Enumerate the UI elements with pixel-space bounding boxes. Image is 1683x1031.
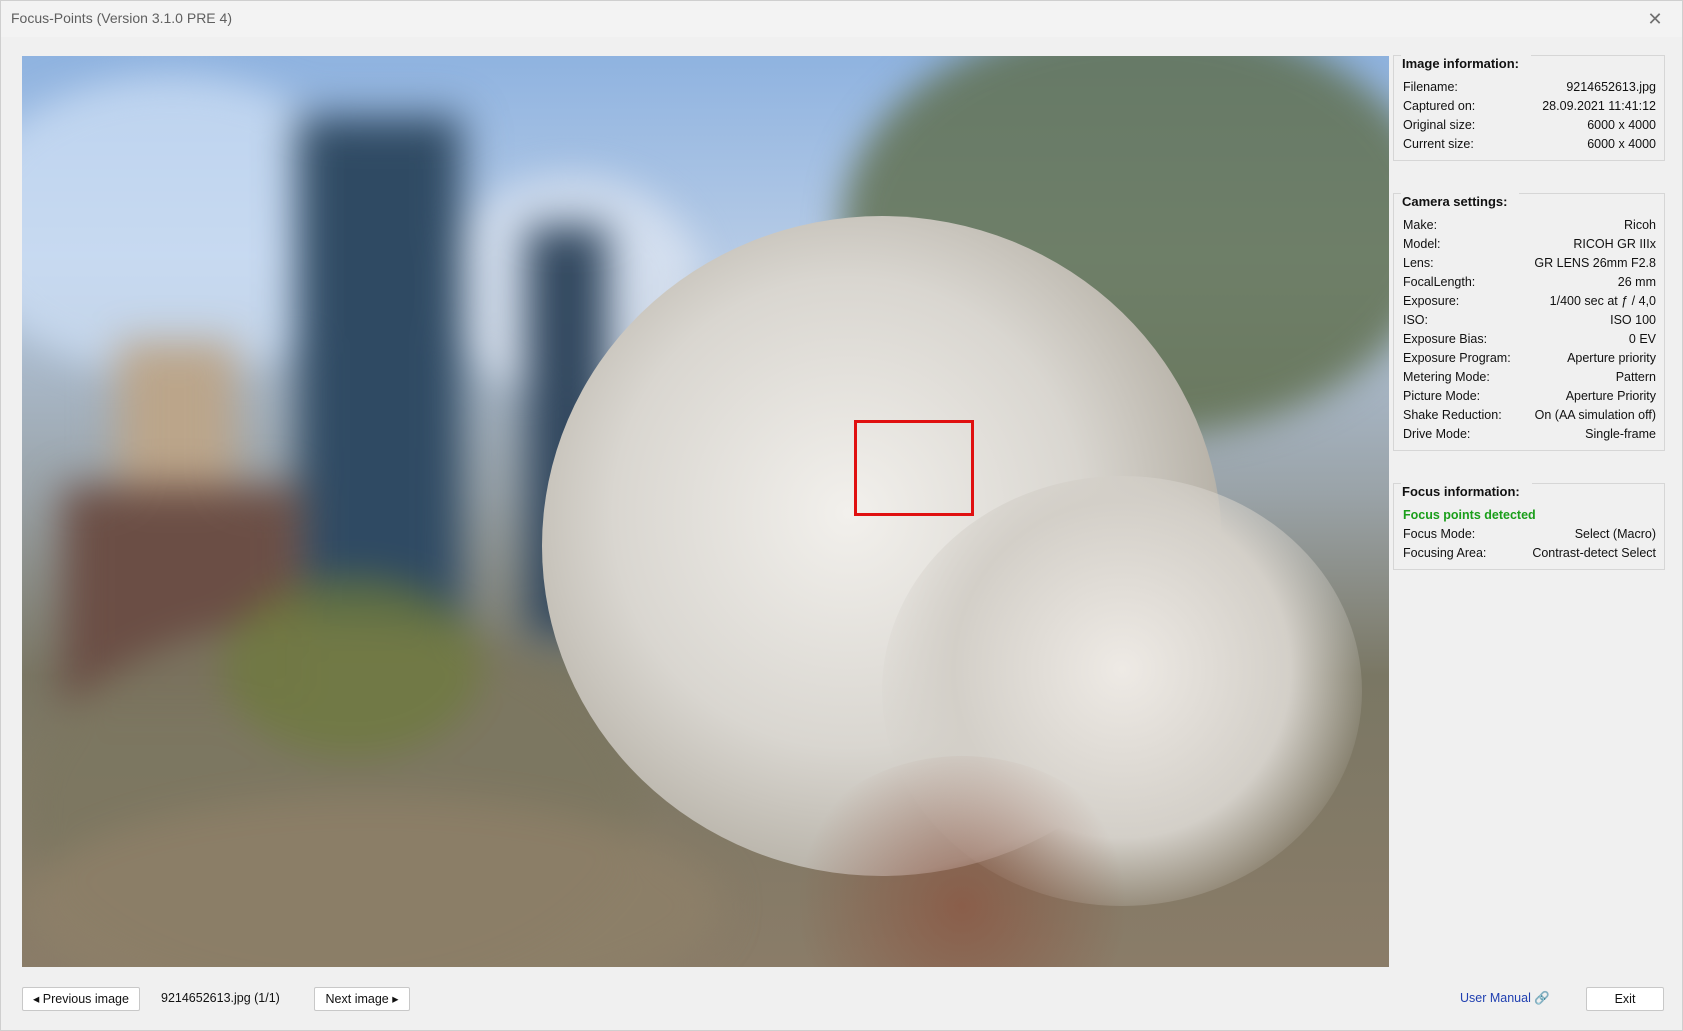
info-row: Metering Mode: Pattern xyxy=(1403,368,1656,387)
info-row: Exposure Program: Aperture priority xyxy=(1403,349,1656,368)
info-label: Drive Mode: xyxy=(1403,427,1471,441)
info-label: Focus Mode: xyxy=(1403,527,1476,541)
info-label: Current size: xyxy=(1403,137,1474,151)
window-title: Focus-Points (Version 3.1.0 PRE 4) xyxy=(11,10,232,26)
info-row: Exposure: 1/400 sec at ƒ / 4,0 xyxy=(1403,292,1656,311)
user-manual-link[interactable]: User Manual 🔗 xyxy=(1460,991,1550,1006)
focus-points-window: Focus-Points (Version 3.1.0 PRE 4) ✕ Ima… xyxy=(0,0,1683,1031)
info-row: Exposure Bias: 0 EV xyxy=(1403,330,1656,349)
info-row: Filename: 9214652613.jpg xyxy=(1403,78,1656,97)
info-value: 6000 x 4000 xyxy=(1587,118,1656,132)
info-row: Model: RICOH GR IIIx xyxy=(1403,235,1656,254)
info-value: GR LENS 26mm F2.8 xyxy=(1534,256,1656,270)
previous-image-button[interactable]: ◂ Previous image xyxy=(22,987,140,1011)
camera-settings-heading: Camera settings: xyxy=(1401,193,1520,211)
title-bar[interactable]: Focus-Points (Version 3.1.0 PRE 4) ✕ xyxy=(1,1,1682,37)
info-label: FocalLength: xyxy=(1403,275,1476,289)
info-value: 28.09.2021 11:41:12 xyxy=(1542,99,1656,113)
info-row: Focusing Area: Contrast-detect Select xyxy=(1403,544,1656,563)
file-counter: 9214652613.jpg (1/1) xyxy=(161,991,280,1005)
info-value: Ricoh xyxy=(1624,218,1656,232)
info-value: Pattern xyxy=(1615,370,1656,384)
focus-information-group: Focus information: Focus points detected… xyxy=(1393,483,1665,570)
info-label: Exposure: xyxy=(1403,294,1460,308)
info-row: FocalLength: 26 mm xyxy=(1403,273,1656,292)
info-value: Select (Macro) xyxy=(1574,527,1656,541)
info-label: Focusing Area: xyxy=(1403,546,1487,560)
focus-point-frame xyxy=(854,420,974,516)
info-panel: Image information: Filename: 9214652613.j… xyxy=(1393,55,1665,602)
info-label: Shake Reduction: xyxy=(1403,408,1502,422)
photo-preview xyxy=(22,56,1389,967)
camera-settings-group: Camera settings: Make: Ricoh Model: RICOH G… xyxy=(1393,193,1665,451)
info-value: RICOH GR IIIx xyxy=(1573,237,1656,251)
info-value: 1/400 sec at ƒ / 4,0 xyxy=(1549,294,1656,308)
info-row: Make: Ricoh xyxy=(1403,216,1656,235)
info-label: Original size: xyxy=(1403,118,1476,132)
info-label: Model: xyxy=(1403,237,1441,251)
info-label: Make: xyxy=(1403,218,1438,232)
info-value: ISO 100 xyxy=(1610,313,1656,327)
info-row: ISO: ISO 100 xyxy=(1403,311,1656,330)
next-image-button[interactable]: Next image ▸ xyxy=(314,987,410,1011)
info-value: Single-frame xyxy=(1585,427,1656,441)
info-row: Focus Mode: Select (Macro) xyxy=(1403,525,1656,544)
info-value: Aperture priority xyxy=(1567,351,1656,365)
exit-button[interactable]: Exit xyxy=(1586,987,1664,1011)
info-value: 6000 x 4000 xyxy=(1587,137,1656,151)
info-value: 9214652613.jpg xyxy=(1566,80,1656,94)
info-label: Exposure Program: xyxy=(1403,351,1511,365)
info-value: 0 EV xyxy=(1628,332,1656,346)
info-row: Picture Mode: Aperture Priority xyxy=(1403,387,1656,406)
info-value: On (AA simulation off) xyxy=(1534,408,1656,422)
info-label: Exposure Bias: xyxy=(1403,332,1488,346)
focus-information-heading: Focus information: xyxy=(1401,483,1532,501)
info-row: Current size: 6000 x 4000 xyxy=(1403,135,1656,154)
info-row: Drive Mode: Single-frame xyxy=(1403,425,1656,444)
close-icon[interactable]: ✕ xyxy=(1640,5,1670,33)
info-value: Contrast-detect Select xyxy=(1532,546,1656,560)
info-row: Shake Reduction: On (AA simulation off) xyxy=(1403,406,1656,425)
info-row: Lens: GR LENS 26mm F2.8 xyxy=(1403,254,1656,273)
info-label: ISO: xyxy=(1403,313,1429,327)
image-information-heading: Image information: xyxy=(1401,55,1532,73)
info-label: Filename: xyxy=(1403,80,1458,94)
info-row: Captured on: 28.09.2021 11:41:12 xyxy=(1403,97,1656,116)
info-value: Aperture Priority xyxy=(1565,389,1656,403)
info-label: Picture Mode: xyxy=(1403,389,1481,403)
info-label: Metering Mode: xyxy=(1403,370,1490,384)
focus-status: Focus points detected xyxy=(1403,508,1536,522)
info-value: 26 mm xyxy=(1617,275,1656,289)
info-label: Lens: xyxy=(1403,256,1434,270)
image-information-group: Image information: Filename: 9214652613.j… xyxy=(1393,55,1665,161)
info-label: Captured on: xyxy=(1403,99,1476,113)
info-row: Original size: 6000 x 4000 xyxy=(1403,116,1656,135)
